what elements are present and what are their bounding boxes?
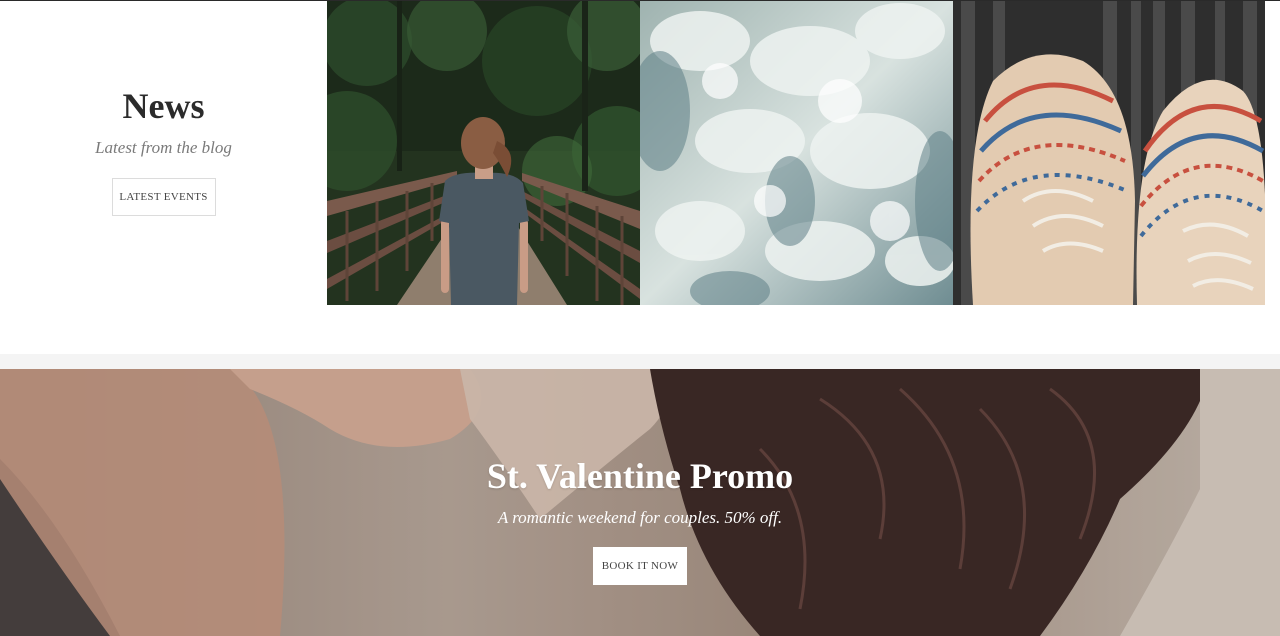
latest-events-button[interactable]: LATEST EVENTS xyxy=(111,178,216,216)
shoes-image xyxy=(953,1,1265,305)
promo-title: St. Valentine Promo xyxy=(486,456,794,496)
news-subtitle: Latest from the blog xyxy=(95,138,232,157)
waterfall-image xyxy=(640,1,953,305)
section-divider xyxy=(0,354,1280,369)
gallery-image-woman-bridge[interactable] xyxy=(327,1,640,305)
book-it-now-button[interactable]: BOOK IT NOW xyxy=(593,547,687,585)
woman-bridge-image xyxy=(327,1,640,305)
promo-section: St. Valentine Promo A romantic weekend f… xyxy=(0,369,1280,636)
gallery-image-waterfall[interactable] xyxy=(640,1,953,305)
promo-content: St. Valentine Promo A romantic weekend f… xyxy=(0,369,1280,636)
gallery-image-shoes[interactable] xyxy=(953,1,1265,305)
news-title: News xyxy=(122,86,205,126)
news-section: News Latest from the blog LATEST EVENTS xyxy=(0,1,327,305)
promo-subtitle: A romantic weekend for couples. 50% off. xyxy=(497,508,783,527)
